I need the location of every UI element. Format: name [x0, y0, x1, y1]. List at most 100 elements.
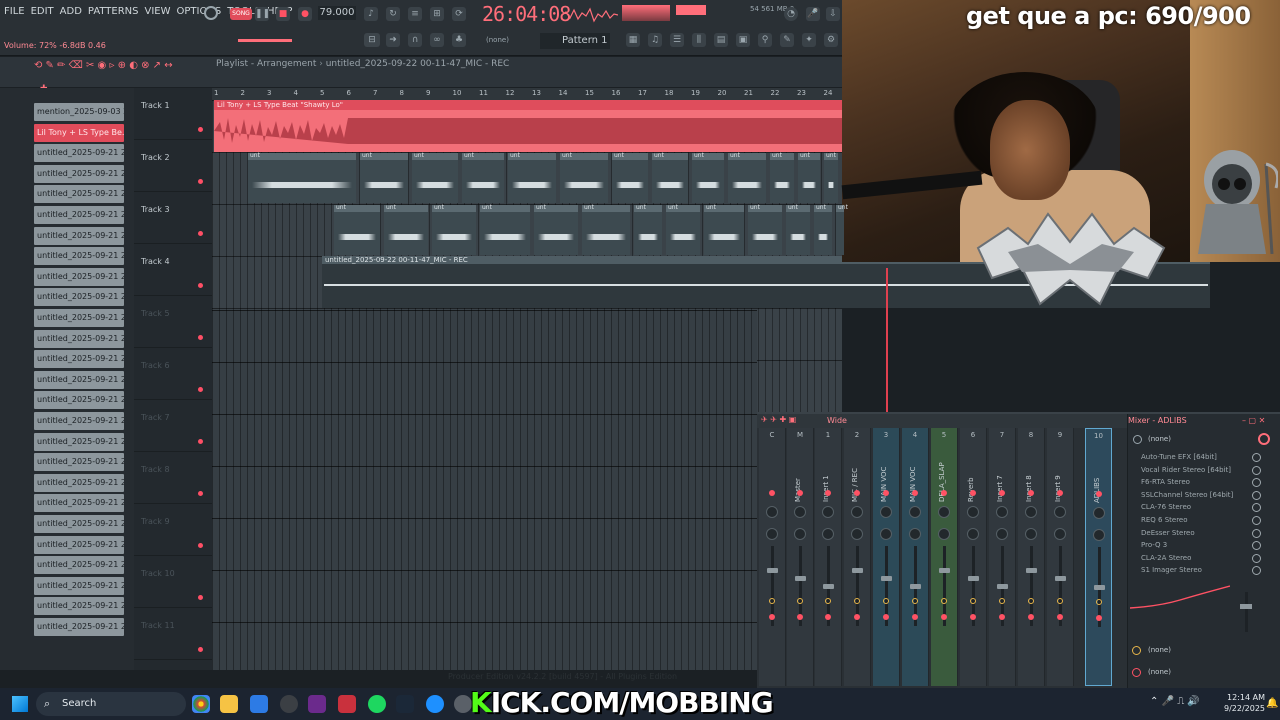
insert-mix-knob[interactable] — [1252, 490, 1261, 500]
pan-knob[interactable] — [909, 506, 921, 518]
stereo-knob[interactable] — [880, 528, 892, 540]
volume-fader[interactable] — [852, 568, 863, 573]
volume-fader[interactable] — [939, 568, 950, 573]
insert-mix-knob[interactable] — [1252, 528, 1261, 538]
windows-start-icon[interactable] — [12, 696, 28, 712]
insert-slot[interactable]: REQ 6 Stereo — [1141, 516, 1188, 524]
strip-mute-icon[interactable] — [797, 490, 803, 496]
strip-send-icon[interactable] — [941, 614, 947, 620]
vocal-clip[interactable]: unt — [432, 204, 476, 255]
insert-slot[interactable]: CLA-2A Stereo — [1141, 554, 1191, 562]
wand-icon[interactable]: ✦ — [802, 33, 816, 47]
strip-link-icon[interactable] — [1096, 599, 1102, 605]
vocal-clip[interactable]: unt — [824, 152, 838, 203]
track-header[interactable]: Track 1 — [134, 88, 212, 140]
strip-link-icon[interactable] — [912, 598, 918, 604]
mixer-strip[interactable]: 1 Insert 1 — [815, 428, 842, 686]
strip-send-icon[interactable] — [912, 614, 918, 620]
track-record-dot[interactable] — [198, 595, 203, 600]
mixer-strip[interactable]: 8 Insert 8 — [1018, 428, 1045, 686]
track-record-dot[interactable] — [198, 647, 203, 652]
mixer-view-label[interactable]: Wide — [827, 416, 847, 425]
tempo-display[interactable]: 79.000 — [318, 6, 356, 20]
mixer-strip[interactable]: 2 MIC / REC — [844, 428, 871, 686]
pan-knob[interactable] — [967, 506, 979, 518]
volume-fader[interactable] — [795, 576, 806, 581]
timeline-ruler[interactable]: 1 2 3 4 5 6 7 8 9 10 11 12 13 14 15 16 17 18 19 20 21 22 23 24 — [212, 88, 842, 100]
loop-record-icon[interactable]: ↻ — [386, 7, 400, 21]
vocal-clip[interactable]: unt — [728, 152, 766, 203]
chrome-icon[interactable] — [192, 695, 210, 713]
vocal-clip[interactable]: unt — [612, 152, 648, 203]
vocal-clip[interactable]: unt — [786, 204, 810, 255]
output-select[interactable]: (none) — [1148, 646, 1171, 654]
menu-patterns[interactable]: PATTERNS — [88, 6, 139, 22]
strip-send-icon[interactable] — [854, 614, 860, 620]
master-pitch-slider[interactable] — [676, 5, 706, 15]
browser-item[interactable]: untitled_2025-09-21 23-... — [34, 370, 124, 389]
vocal-clip[interactable]: unt — [560, 152, 608, 203]
app-next-icon[interactable] — [308, 695, 326, 713]
menu-file[interactable]: FILE — [4, 6, 25, 22]
tuner-icon[interactable]: ⚲ — [758, 33, 772, 47]
stereo-knob[interactable] — [851, 528, 863, 540]
stereo-knob[interactable] — [766, 528, 778, 540]
playlist-grid-lower[interactable] — [212, 310, 757, 670]
volume-fader[interactable] — [910, 584, 921, 589]
pan-knob[interactable] — [1025, 506, 1037, 518]
stamp-icon[interactable]: ♣ — [452, 33, 466, 47]
vocal-clip[interactable]: unt — [634, 204, 662, 255]
step-edit-icon[interactable]: ≡ — [408, 7, 422, 21]
link-icon[interactable]: ∞ — [430, 33, 444, 47]
strip-mute-icon[interactable] — [825, 490, 831, 496]
strip-mute-icon[interactable] — [769, 490, 775, 496]
stereo-knob[interactable] — [1054, 528, 1066, 540]
playlist-tool-icons[interactable]: ⟲ ✎ ✏ ⌫ ✂ ◉ ▹ ⊕ ◐ ⊗ ↗ ↔ — [34, 60, 173, 71]
pan-knob[interactable] — [996, 506, 1008, 518]
volume-fader[interactable] — [997, 584, 1008, 589]
plugin-icon[interactable]: ▣ — [736, 33, 750, 47]
track-record-dot[interactable] — [198, 439, 203, 444]
browser-item[interactable]: untitled_2025-09-21 23-... — [34, 309, 124, 327]
record-icon[interactable]: ● — [298, 7, 312, 21]
strip-send-icon[interactable] — [825, 614, 831, 620]
browser-item[interactable]: untitled_2025-09-21 23-... — [34, 576, 124, 595]
arrow-icon[interactable]: ➜ — [386, 33, 400, 47]
menu-edit[interactable]: EDIT — [31, 6, 54, 22]
insert-mix-knob[interactable] — [1252, 553, 1261, 563]
vocal-clip[interactable]: unt — [798, 152, 820, 203]
settings-icon[interactable]: ⚙ — [824, 33, 838, 47]
mixer-strip[interactable]: MMaster — [787, 428, 814, 686]
pan-knob[interactable] — [851, 506, 863, 518]
strip-mute-icon[interactable] — [854, 490, 860, 496]
input-select[interactable]: (none) — [1148, 435, 1171, 443]
mixer-strip[interactable]: C — [759, 428, 786, 686]
vocal-clip[interactable]: unt — [770, 152, 794, 203]
pause-icon[interactable]: ❚❚ — [255, 7, 270, 21]
track-header[interactable]: Track 7 — [134, 400, 212, 452]
strip-send-icon[interactable] — [970, 614, 976, 620]
vocal-clip[interactable]: unt — [748, 204, 782, 255]
metronome-icon[interactable]: ♪ — [364, 7, 378, 21]
track-header[interactable]: Track 9 — [134, 504, 212, 556]
mixer-strip[interactable]: 10ADLIBS — [1085, 428, 1112, 686]
vocal-clip[interactable]: unt — [582, 204, 630, 255]
tray-icons[interactable]: ⌃ 🎤 ⎍ 🔊 — [1150, 696, 1200, 707]
vocal-clip[interactable]: unt — [666, 204, 700, 255]
output-select-2[interactable]: (none) — [1148, 668, 1171, 676]
strip-link-icon[interactable] — [854, 598, 860, 604]
track-record-dot[interactable] — [198, 283, 203, 288]
stereo-knob[interactable] — [938, 528, 950, 540]
file-explorer-icon[interactable] — [220, 695, 238, 713]
strip-link-icon[interactable] — [769, 598, 775, 604]
pan-knob[interactable] — [880, 506, 892, 518]
clock-icon[interactable]: ◔ — [784, 7, 798, 21]
notification-icon[interactable]: 🔔 — [1266, 698, 1278, 709]
browser-item[interactable]: mention_2025-09-03 22... — [34, 103, 124, 121]
browser-item[interactable]: untitled_2025-09-21 23-... — [34, 350, 124, 369]
volume-fader[interactable] — [968, 576, 979, 581]
insert-mix-knob[interactable] — [1252, 465, 1261, 475]
vocal-clip[interactable]: unt — [704, 204, 744, 255]
insert-slot[interactable]: DeEsser Stereo — [1141, 529, 1195, 537]
mix-level-fader[interactable] — [1240, 604, 1252, 609]
